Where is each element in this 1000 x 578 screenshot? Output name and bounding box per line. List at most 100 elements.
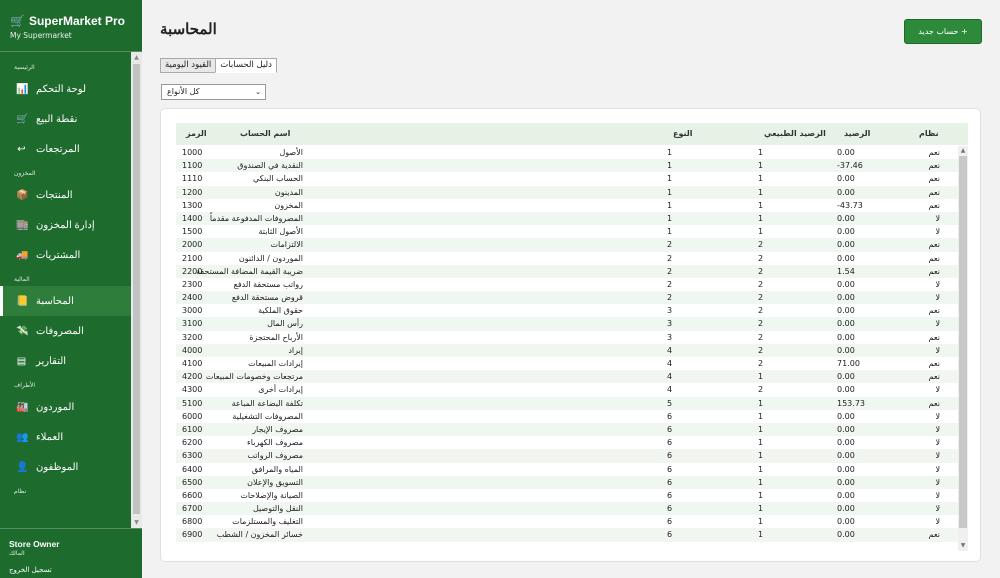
type-filter-select[interactable]: كل الأنواع ⌄ [161, 84, 266, 100]
sidebar-scrollbar[interactable]: ▲ ▼ [131, 52, 142, 528]
sidebar-item[interactable]: 🛒 نقطة البيع [0, 104, 131, 134]
cell-system: نعم [928, 398, 940, 408]
sidebar-item[interactable]: ▤ التقارير [0, 346, 131, 376]
sidebar-item[interactable]: 📒 المحاسبة [0, 286, 131, 316]
table-row[interactable]: 6600 الصيانة والإصلاحات 6 1 0.00 لا [176, 489, 958, 502]
scroll-up-icon[interactable]: ▲ [133, 54, 140, 61]
cell-code: 3100 [182, 319, 203, 329]
cell-normal-balance: 1 [758, 398, 764, 408]
cell-system: نعم [928, 372, 940, 382]
cell-balance: 0.00 [837, 148, 855, 157]
table-row[interactable]: 1200 المدينون 1 1 0.00 نعم [176, 185, 958, 199]
scroll-down-icon[interactable]: ▼ [959, 542, 967, 550]
cell-type: 5 [667, 398, 673, 408]
col-name[interactable]: اسم الحساب [240, 123, 290, 145]
cell-balance: 1.54 [837, 266, 855, 276]
cell-system: لا [935, 477, 940, 487]
cell-system: لا [935, 213, 940, 223]
scroll-down-icon[interactable]: ▼ [133, 519, 140, 526]
cell-system: نعم [928, 148, 940, 157]
logout-link[interactable]: تسجيل الخروج [9, 566, 142, 574]
table-row[interactable]: 6700 النقل والتوصيل 6 1 0.00 لا [176, 502, 958, 516]
cell-system: لا [935, 504, 940, 514]
cell-name: التسويق والإعلان [247, 477, 303, 487]
cell-name: الالتزامات [270, 240, 303, 250]
col-system[interactable]: نظام [919, 123, 939, 145]
scroll-up-icon[interactable]: ▲ [959, 147, 967, 155]
cell-balance: 0.00 [837, 504, 855, 514]
table-row[interactable]: 2300 رواتب مستحقة الدفع 2 2 0.00 لا [176, 278, 958, 291]
sidebar-item[interactable]: 💸 المصروفات [0, 316, 131, 346]
cell-name: إيرادات المبيعات [248, 359, 303, 368]
table-row[interactable]: 5100 تكلفة البضاعة المباعة 5 1 153.73 نعم [176, 396, 958, 410]
table-row[interactable]: 1500 الأصول الثابتة 1 1 0.00 لا [176, 225, 958, 238]
chevron-down-icon: ⌄ [255, 88, 261, 96]
col-code[interactable]: الرمز [186, 123, 207, 145]
sidebar-item[interactable]: 🏭 الموردون [0, 392, 131, 422]
table-row[interactable]: 6500 التسويق والإعلان 6 1 0.00 لا [176, 475, 958, 489]
table-row[interactable]: 6800 التغليف والمستلزمات 6 1 0.00 لا [176, 515, 958, 528]
cell-normal-balance: 1 [758, 517, 764, 527]
cell-type: 2 [667, 266, 673, 276]
table-row[interactable]: 6300 مصروف الرواتب 6 1 0.00 لا [176, 449, 958, 463]
cell-type: 2 [667, 279, 673, 289]
table-row[interactable]: 1400 المصروفات المدفوعة مقدماً 1 1 0.00 لا [176, 211, 958, 226]
table-row[interactable]: 6000 المصروفات التشغيلية 6 1 0.00 لا [176, 410, 958, 423]
cell-normal-balance: 1 [758, 148, 764, 157]
table-row[interactable]: 3100 رأس المال 3 2 0.00 لا [176, 317, 958, 331]
table-row[interactable]: 2100 الموردون / الدائنون 2 2 0.00 نعم [176, 252, 958, 265]
sidebar-item[interactable]: 🏬 إدارة المخزون [0, 210, 131, 240]
tab-chart-of-accounts[interactable]: دليل الحسابات [215, 58, 277, 73]
chart-icon: 📊 [16, 83, 29, 95]
cell-code: 6200 [182, 438, 203, 448]
sidebar-item[interactable]: 👤 الموظفون [0, 452, 131, 482]
cell-code: 6400 [182, 464, 203, 474]
scrollbar-thumb[interactable] [133, 64, 140, 514]
cell-name: التغليف والمستلزمات [232, 517, 303, 527]
cell-normal-balance: 1 [758, 451, 764, 461]
sidebar-item[interactable]: 🚚 المشتريات [0, 240, 131, 270]
table-row[interactable]: 2400 قروض مستحقة الدفع 2 2 0.00 لا [176, 291, 958, 305]
table-row[interactable]: 6100 مصروف الإيجار 6 1 0.00 لا [176, 422, 958, 437]
col-type[interactable]: النوع [673, 123, 693, 145]
table-row[interactable]: 6900 خسائر المخزون / الشطب 6 1 0.00 نعم [176, 528, 958, 542]
cell-system: نعم [928, 359, 940, 368]
cell-system: لا [935, 319, 940, 329]
table-row[interactable]: 6400 المياه والمرافق 6 1 0.00 لا [176, 463, 958, 476]
table-row[interactable]: 4200 مرتجعات وخصومات المبيعات 4 1 0.00 نعم [176, 370, 958, 384]
table-row[interactable]: 3200 الأرباح المحتجزة 3 2 0.00 نعم [176, 331, 958, 344]
col-normal-balance[interactable]: الرصيد الطبيعي [764, 123, 826, 145]
table-row[interactable]: 3000 حقوق الملكية 3 2 0.00 نعم [176, 304, 958, 317]
col-balance[interactable]: الرصيد [844, 123, 870, 145]
cell-type: 6 [667, 424, 673, 434]
cell-name: الأصول الثابتة [258, 227, 303, 237]
table-row[interactable]: 4000 إيراد 4 2 0.00 لا [176, 343, 958, 357]
cell-name: إيراد [288, 345, 303, 355]
user-icon: 👤 [16, 461, 29, 473]
table-row[interactable]: 1300 المخزون 1 1 -43.73 نعم [176, 199, 958, 212]
cell-name: إيرادات أخرى [258, 385, 303, 395]
table-row[interactable]: 1000 الأصول 1 1 0.00 نعم [176, 146, 958, 159]
scrollbar-thumb[interactable] [959, 156, 967, 528]
cell-normal-balance: 1 [758, 411, 764, 421]
new-account-button[interactable]: حساب جديد + [904, 19, 982, 44]
cell-code: 2400 [182, 293, 203, 303]
nav-section-label: الرئيسية [14, 64, 35, 71]
cell-normal-balance: 2 [758, 332, 764, 342]
sidebar-item[interactable]: 📦 المنتجات [0, 180, 131, 210]
sidebar-item[interactable]: 👥 العملاء [0, 422, 131, 452]
table-row[interactable]: 2200 ضريبة القيمة المضافة المستحقة 2 2 1.54 ن… [176, 264, 958, 278]
cell-system: نعم [928, 306, 940, 316]
table-header: الرمز اسم الحساب النوع الرصيد الطبيعي ال… [176, 123, 968, 145]
table-row[interactable]: 1110 الحساب البنكي 1 1 0.00 نعم [176, 172, 958, 185]
table-row[interactable]: 4300 إيرادات أخرى 4 2 0.00 لا [176, 383, 958, 396]
sidebar-item[interactable]: 📊 لوحة التحكم [0, 74, 131, 104]
table-row[interactable]: 6200 مصروف الكهرباء 6 1 0.00 لا [176, 436, 958, 449]
tab-journal-entries[interactable]: القيود اليومية [160, 58, 217, 73]
table-row[interactable]: 1100 النقدية في الصندوق 1 1 -37.46 نعم [176, 159, 958, 173]
table-row[interactable]: 4100 إيرادات المبيعات 4 2 71.00 نعم [176, 357, 958, 370]
cell-normal-balance: 2 [758, 266, 764, 276]
table-scrollbar[interactable]: ▲ ▼ [958, 146, 968, 551]
table-row[interactable]: 2000 الالتزامات 2 2 0.00 نعم [176, 238, 958, 252]
sidebar-item[interactable]: ↩ المرتجعات [0, 134, 131, 164]
